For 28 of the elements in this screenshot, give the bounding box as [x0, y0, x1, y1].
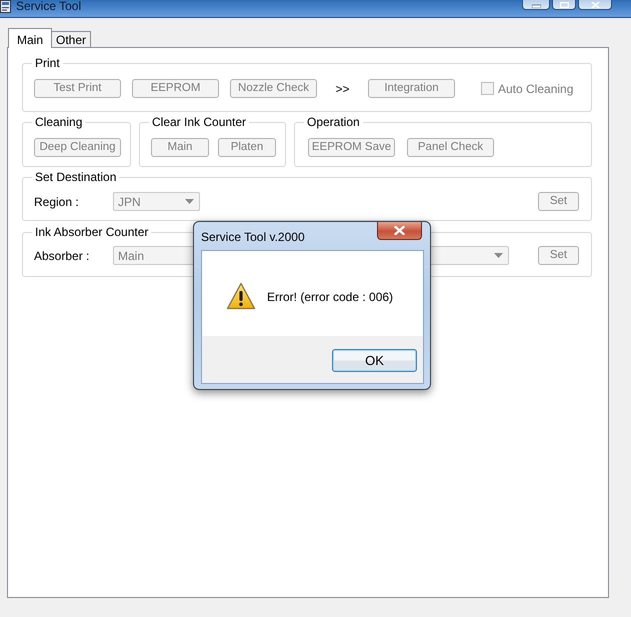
window-title: Service Tool [16, 0, 82, 13]
field-label: Region : [34, 194, 80, 208]
caret-icon [494, 253, 503, 258]
checkbox-label: Auto Cleaning [498, 82, 574, 96]
group-title: Ink Absorber Counter [34, 225, 150, 239]
maximize-button[interactable] [552, 0, 576, 10]
tab[interactable]: Main [8, 28, 52, 48]
close-icon [394, 226, 405, 235]
warning-icon [226, 282, 256, 310]
group-title: Operation [306, 115, 361, 129]
maximize-icon [560, 2, 568, 8]
tab[interactable]: Other [51, 31, 92, 47]
group-title: Clear Ink Counter [151, 115, 248, 129]
dialog-title: Service Tool v.2000 [201, 230, 305, 244]
group-title: Cleaning [34, 115, 84, 129]
group-title: Print [34, 56, 61, 70]
chevron-label: >> [334, 82, 350, 96]
close-button[interactable] [377, 222, 422, 240]
field-label: Absorber : [34, 248, 90, 262]
ok-button[interactable]: OK [332, 349, 417, 372]
group-title: Set Destination [34, 170, 118, 184]
error-message: Error! (error code : 006) [267, 288, 394, 304]
caret-icon [185, 199, 194, 204]
minimize-icon [532, 2, 540, 8]
close-button[interactable] [578, 0, 612, 10]
minimize-button[interactable] [522, 0, 550, 10]
close-icon [590, 2, 600, 8]
app-icon [0, 0, 11, 13]
